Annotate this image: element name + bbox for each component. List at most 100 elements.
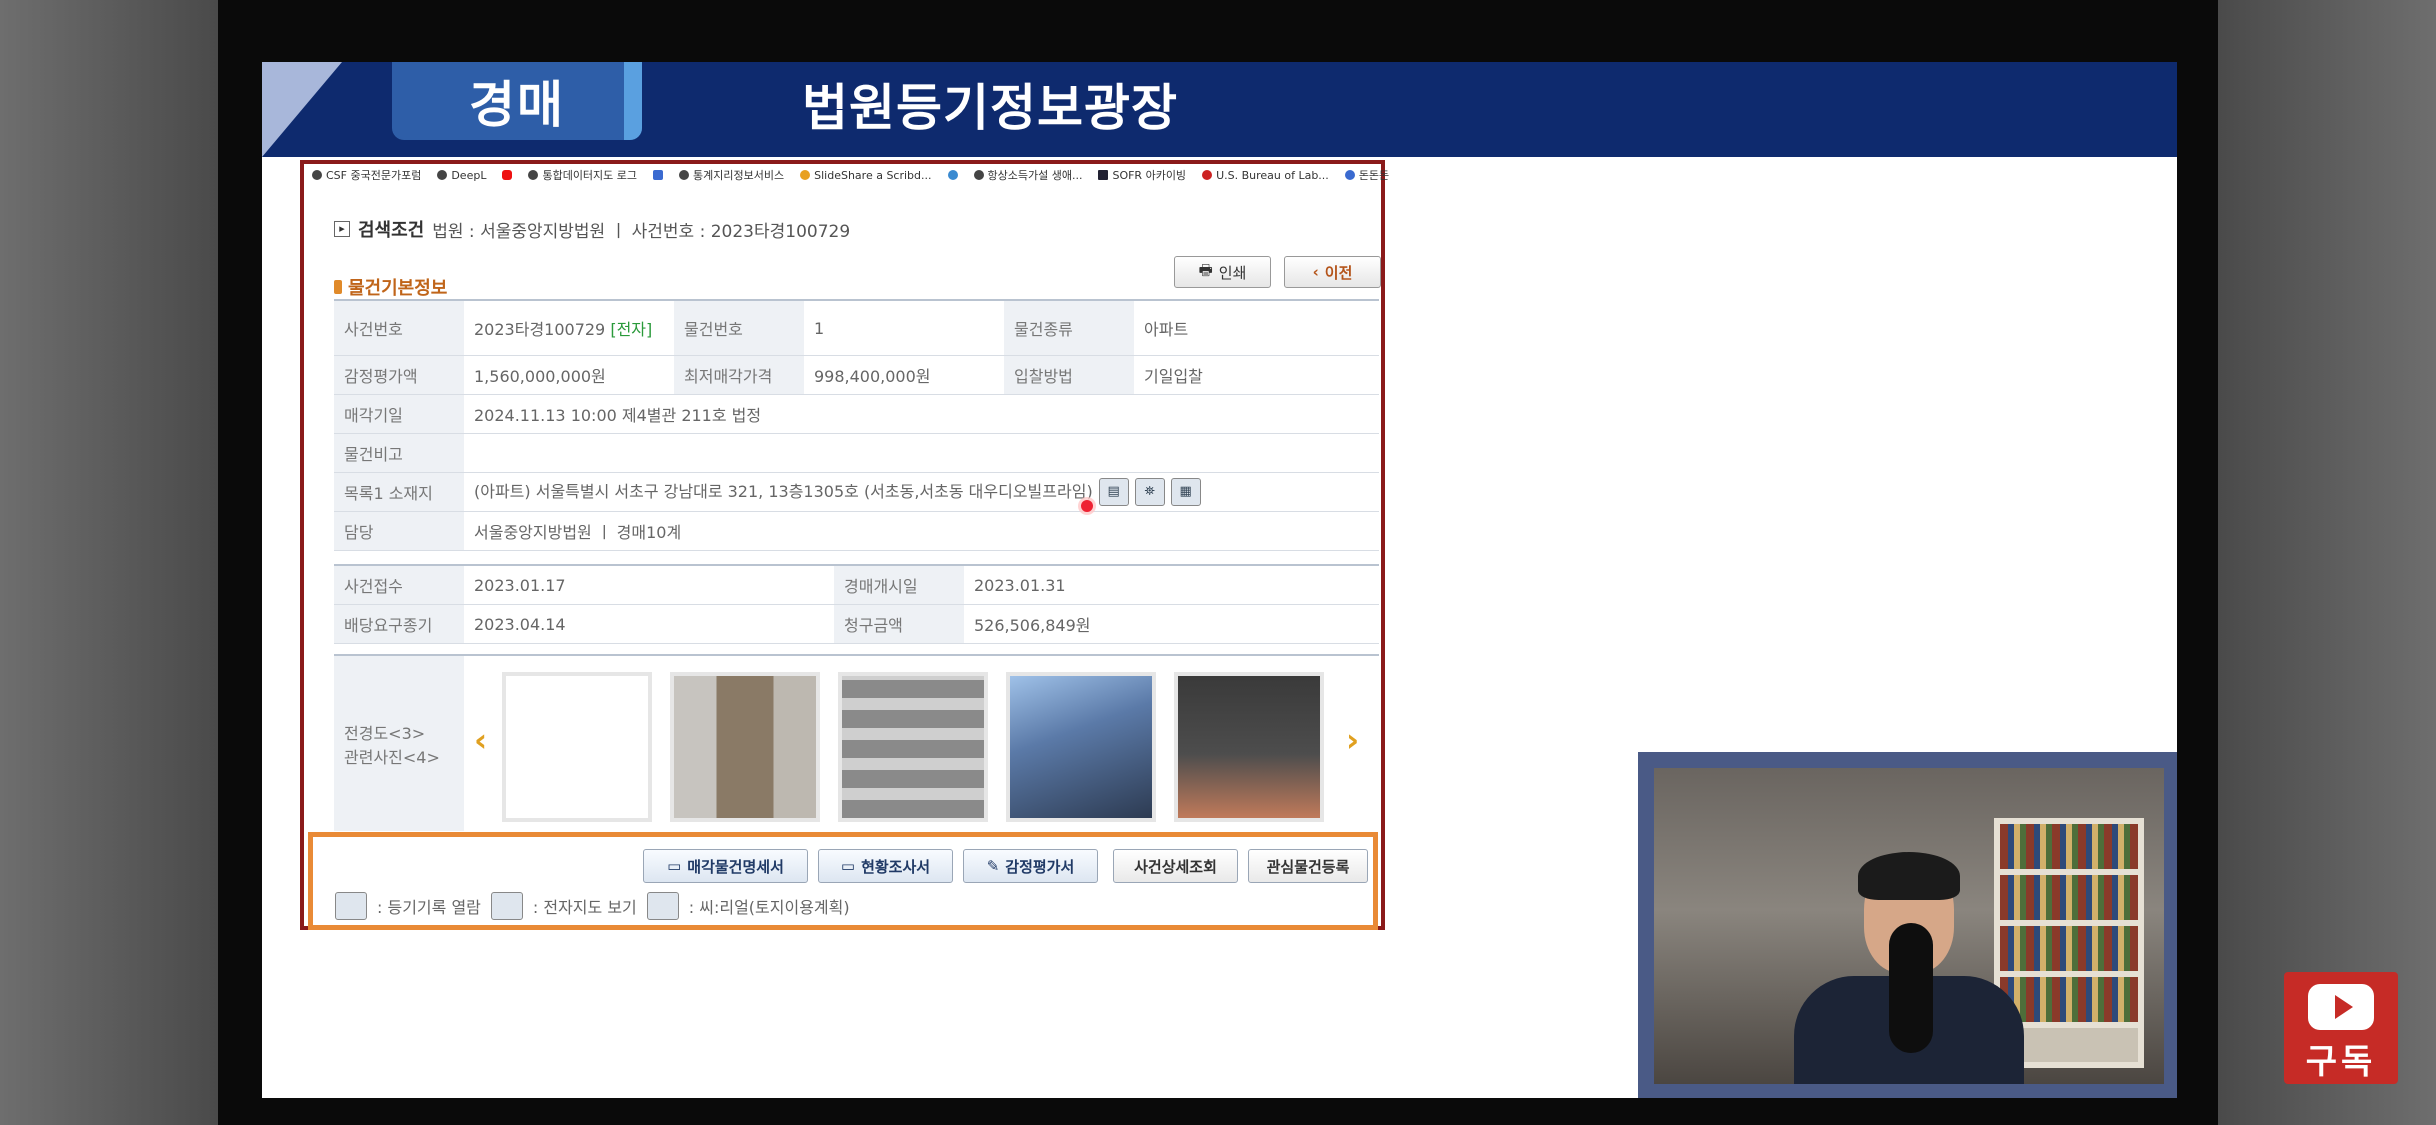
land-use-icon (646, 892, 679, 920)
globe-icon (312, 170, 322, 180)
table-cell: 아파트 (1134, 300, 1379, 356)
gallery-photo[interactable] (1006, 672, 1156, 822)
table-header-cell: 담당 (334, 511, 464, 551)
map-icon[interactable]: ⛯ (1134, 478, 1165, 507)
icon-legend: : 등기기록 열람 : 전자지도 보기 : 씨:리얼(토지이용계획) (335, 892, 850, 920)
presenter-webcam (1638, 752, 2177, 1098)
bookmark-bar: CSF 중국전문가포럼 DeepL 통합데이터지도 로그 통계지리정보서비스 S… (304, 164, 1389, 186)
section-title: 물건기본정보 (334, 274, 447, 300)
table-header-cell: 매각기일 (334, 394, 464, 434)
item-info-table: 사건번호 2023타경100729 [전자] 물건번호 1 물건종류 아파트 감… (334, 299, 1379, 551)
table-row: 사건번호 2023타경100729 [전자] 물건번호 1 물건종류 아파트 (334, 300, 1379, 356)
globe-icon (528, 170, 539, 180)
registry-icon[interactable]: ▤ (1098, 478, 1129, 507)
case-number-cell: 2023타경100729 [전자] (464, 300, 674, 356)
table-cell: 2024.11.13 10:00 제4별관 211호 법정 (464, 394, 1379, 434)
table-header-cell: 물건종류 (1004, 300, 1134, 356)
sale-statement-button[interactable]: ▭ 매각물건명세서 (643, 849, 808, 883)
expand-icon[interactable]: ▸ (334, 221, 350, 237)
banner-tab: 경매 (392, 62, 642, 140)
bookmark-item[interactable] (653, 170, 664, 180)
document-icon: ▭ (667, 857, 682, 875)
watchlist-button[interactable]: 관심물건등록 (1248, 849, 1368, 883)
table-header-cell: 입찰방법 (1004, 355, 1134, 395)
table-header-cell: 경매개시일 (834, 565, 964, 605)
banner-decoration (262, 62, 342, 157)
prev-button[interactable]: ‹ 이전 (1284, 256, 1381, 288)
table-row: 목록1 소재지 (아파트) 서울특별시 서초구 강남대로 321, 13층130… (334, 472, 1379, 512)
table-cell: 526,506,849원 (964, 604, 1379, 644)
bookmark-item[interactable]: 항상소득가설 생애... (973, 167, 1082, 183)
table-cell: 2023.01.31 (964, 565, 1379, 605)
presenter-hair (1858, 852, 1960, 900)
highlighted-action-bar: ▭ 매각물건명세서 ▭ 현황조사서 ✎ 감정평가서 사건상세조회 관심물건등록 : 등… (308, 832, 1378, 930)
grid-icon (653, 170, 664, 180)
globe-icon (679, 170, 690, 180)
bookmark-item[interactable]: 돈돈돈 (1344, 167, 1389, 183)
table-row: 매각기일 2024.11.13 10:00 제4별관 211호 법정 (334, 394, 1379, 434)
table-header-cell: 목록1 소재지 (334, 472, 464, 512)
banner-title: 법원등기정보광장 (802, 79, 1178, 137)
gallery-photo[interactable] (838, 672, 988, 822)
play-icon (2335, 995, 2353, 1019)
bookmark-item[interactable]: U.S. Bureau of Lab... (1202, 169, 1329, 182)
table-row: 배당요구종기 2023.04.14 청구금액 526,506,849원 (334, 604, 1379, 644)
registry-icon (335, 892, 367, 920)
table-header-cell: 배당요구종기 (334, 604, 464, 644)
table-cell: 1,560,000,000원 (464, 355, 674, 395)
sofr-icon (1098, 170, 1109, 180)
gallery-photo[interactable] (1174, 672, 1324, 822)
right-blur-border (2218, 0, 2436, 1125)
bookmark-item[interactable]: SOFR 아카이빙 (1098, 167, 1186, 183)
circle-icon (947, 170, 958, 180)
gallery-label: 전경도<3> 관련사진<4> (334, 656, 464, 831)
table-row: 물건비고 (334, 433, 1379, 473)
search-condition: ▸ 검색조건 법원 : 서울중앙지방법원 ㅣ 사건번호 : 2023타경1007… (334, 216, 850, 242)
gallery-next-arrow[interactable]: › (1346, 721, 1359, 759)
table-cell (464, 433, 1379, 473)
presenter (1754, 852, 2034, 1084)
table-header-cell: 사건접수 (334, 565, 464, 605)
court-auction-screenshot: CSF 중국전문가포럼 DeepL 통합데이터지도 로그 통계지리정보서비스 S… (300, 160, 1389, 930)
table-cell: 2023.04.14 (464, 604, 834, 644)
table-row: 사건접수 2023.01.17 경매개시일 2023.01.31 (334, 565, 1379, 605)
print-button[interactable]: 🖶 인쇄 (1174, 256, 1271, 288)
case-detail-button[interactable]: 사건상세조회 (1113, 849, 1238, 883)
bookmark-item[interactable] (947, 170, 958, 180)
table-header-cell: 물건비고 (334, 433, 464, 473)
left-blur-border (0, 0, 218, 1125)
bookmark-item[interactable]: 통합데이터지도 로그 (528, 167, 637, 183)
land-use-icon[interactable]: ▦ (1170, 478, 1201, 507)
bookmark-item[interactable]: DeepL (437, 169, 486, 182)
chart-icon (1344, 170, 1355, 180)
gallery-prev-arrow[interactable]: ‹ (474, 721, 487, 759)
section-marker-icon (334, 280, 342, 294)
search-condition-text: 법원 : 서울중앙지방법원 ㅣ 사건번호 : 2023타경100729 (432, 221, 851, 242)
printer-icon: 🖶 (1198, 260, 1213, 279)
edit-icon: ✎ (986, 857, 1000, 875)
appraisal-report-button[interactable]: ✎ 감정평가서 (963, 849, 1098, 883)
gallery-photo[interactable] (502, 672, 652, 822)
electronic-tag[interactable]: [전자] (610, 320, 652, 339)
case-dates-table: 사건접수 2023.01.17 경매개시일 2023.01.31 배당요구종기 … (334, 564, 1379, 644)
bookmark-item[interactable]: SlideShare a Scribd... (800, 169, 932, 182)
table-header-cell: 청구금액 (834, 604, 964, 644)
bookmark-item[interactable]: CSF 중국전문가포럼 (312, 167, 421, 183)
table-cell: 1 (804, 300, 1004, 356)
bookmark-item[interactable]: 통계지리정보서비스 (679, 167, 784, 183)
slideshare-icon (800, 170, 811, 180)
slide: 경매 법원등기정보광장 CSF 중국전문가포럼 DeepL 통합데이터지도 로그… (262, 62, 2177, 1098)
search-condition-label: 검색조건 (358, 220, 425, 241)
slide-banner: 경매 법원등기정보광장 (262, 62, 2177, 157)
table-header-cell: 물건번호 (674, 300, 804, 356)
deepl-icon (437, 170, 448, 180)
bookmark-item[interactable] (502, 170, 513, 180)
microphone-icon (1889, 923, 1933, 1053)
document-icon: ▭ (840, 857, 856, 875)
gallery-photo[interactable] (670, 672, 820, 822)
subscribe-button[interactable]: 구독 (2284, 972, 2398, 1084)
subscribe-label: 구독 (2305, 1042, 2377, 1082)
status-report-button[interactable]: ▭ 현황조사서 (818, 849, 953, 883)
star-icon (1202, 170, 1213, 180)
table-cell: 서울중앙지방법원 ㅣ 경매10계 (464, 511, 1379, 551)
